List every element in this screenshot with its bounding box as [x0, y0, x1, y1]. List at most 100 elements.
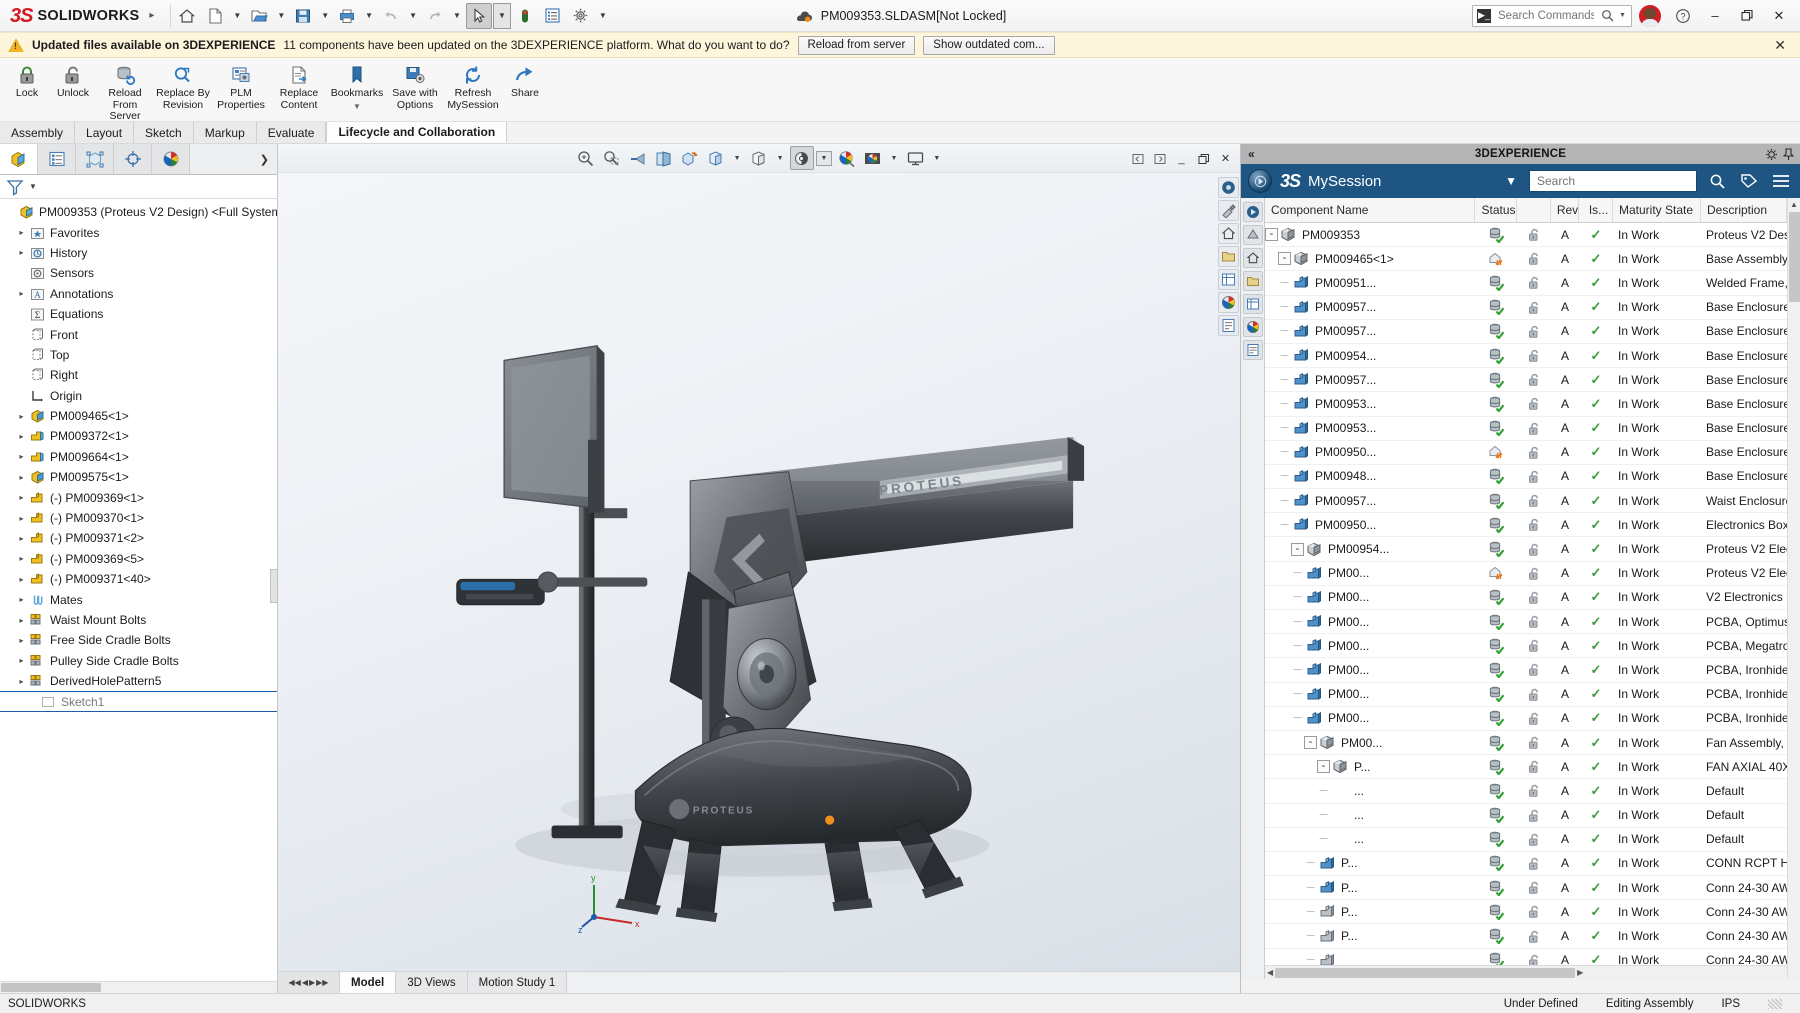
lock-open-icon[interactable]: [1517, 271, 1551, 294]
expand-arrow-icon[interactable]: ▸: [15, 595, 28, 604]
expand-arrow-icon[interactable]: ▸: [15, 534, 28, 543]
doc-tab-motion-study[interactable]: Motion Study 1: [467, 972, 568, 993]
lock-open-icon[interactable]: [1517, 489, 1551, 512]
feature-tree-item[interactable]: Sensors: [0, 263, 277, 283]
table-row[interactable]: ─... A ✓ In Work Default: [1265, 828, 1787, 852]
component-name-cell[interactable]: ─ PM00...: [1265, 658, 1475, 681]
bookmarks-dropdown-icon[interactable]: ▼: [353, 101, 361, 113]
home-icon[interactable]: [1242, 248, 1263, 268]
component-name-cell[interactable]: ─ PM00950...: [1265, 513, 1475, 536]
search-input[interactable]: [1496, 8, 1596, 23]
feature-tree-item[interactable]: ▸ History: [0, 243, 277, 263]
print-icon[interactable]: [334, 3, 360, 29]
table-row[interactable]: ─ PM00... A ✓ In Work Proteus V2 Electr: [1265, 562, 1787, 586]
folder-icon[interactable]: [1217, 246, 1239, 267]
notification-close-icon[interactable]: ✕: [1768, 37, 1792, 54]
graphics-restore-icon[interactable]: [1193, 148, 1214, 169]
lock-open-icon[interactable]: [1517, 465, 1551, 488]
feature-tree-item[interactable]: Front: [0, 324, 277, 344]
previous-view-icon[interactable]: [626, 146, 650, 170]
open-dropdown-icon[interactable]: ▼: [273, 3, 289, 29]
tab-assembly[interactable]: Assembly: [0, 122, 76, 143]
options-list-icon[interactable]: [540, 3, 566, 29]
component-name-cell[interactable]: ─ PM00951...: [1265, 271, 1475, 294]
component-name-cell[interactable]: ─ PM00948...: [1265, 465, 1475, 488]
table-row[interactable]: ─ PM00948... A ✓ In Work Base Enclosure, F: [1265, 465, 1787, 490]
component-name-cell[interactable]: - PM009465<1>: [1265, 247, 1475, 270]
prev-tab-icon[interactable]: ◀: [302, 978, 308, 987]
feature-tree-item[interactable]: ▸ (-) PM009369<1>: [0, 487, 277, 507]
lock-open-icon[interactable]: [1517, 924, 1551, 947]
lock-open-icon[interactable]: [1517, 828, 1551, 851]
feature-tree-item[interactable]: ▸ Mates: [0, 589, 277, 609]
grid-column-header[interactable]: [1517, 198, 1551, 222]
component-name-cell[interactable]: ─ PM00950...: [1265, 441, 1475, 464]
doc-tab-3d-views[interactable]: 3D Views: [396, 972, 468, 993]
next-tab-icon[interactable]: ▶: [309, 978, 315, 987]
table-row[interactable]: - PM009353 A ✓ In Work Proteus V2 Desig: [1265, 223, 1787, 248]
gear-icon[interactable]: [1765, 148, 1778, 161]
hide-show-items-dropdown-icon[interactable]: ▼: [815, 150, 833, 166]
expand-arrow-icon[interactable]: ▸: [15, 656, 28, 665]
globe-icon[interactable]: [1217, 292, 1239, 313]
prev-pane-icon[interactable]: [1127, 148, 1148, 169]
hide-show-cube-icon[interactable]: [747, 146, 771, 170]
select-dropdown-icon[interactable]: ▼: [492, 2, 511, 29]
select-icon[interactable]: [465, 2, 492, 29]
expand-arrow-icon[interactable]: ▸: [15, 452, 28, 461]
collapse-toggle-icon[interactable]: -: [1317, 760, 1330, 774]
lock-open-icon[interactable]: [1517, 683, 1551, 706]
expand-arrow-icon[interactable]: ▸: [15, 289, 28, 298]
scroll-up-icon[interactable]: ▲: [1790, 198, 1798, 211]
table-row[interactable]: - PM00954... A ✓ In Work Proteus V2 Electr: [1265, 537, 1787, 562]
scroll-thumb[interactable]: [1788, 212, 1800, 302]
lock-open-icon[interactable]: [1517, 634, 1551, 657]
table-row[interactable]: ─ PM00951... A ✓ In Work Welded Frame, B: [1265, 271, 1787, 296]
expand-arrow-icon[interactable]: ▸: [15, 248, 28, 257]
grid-hscrollbar[interactable]: ◀ ▶: [1265, 965, 1787, 979]
lock-open-icon[interactable]: [1517, 731, 1551, 754]
grid-column-header[interactable]: Rev: [1551, 198, 1579, 222]
lock-open-icon[interactable]: [1517, 658, 1551, 681]
expand-arrow-icon[interactable]: ▸: [15, 677, 28, 686]
feature-tree-item[interactable]: ▸ Waist Mount Bolts: [0, 610, 277, 630]
ribbon-share-button[interactable]: Share: [502, 61, 548, 100]
table-row[interactable]: ─ P... A ✓ In Work Conn 24-30 AWG: [1265, 900, 1787, 925]
tab-lifecycle-and-collaboration[interactable]: Lifecycle and Collaboration: [326, 122, 508, 143]
home-icon[interactable]: [174, 3, 200, 29]
lock-open-icon[interactable]: [1517, 779, 1551, 802]
ribbon-lock-button[interactable]: Lock: [4, 61, 50, 100]
lock-open-icon[interactable]: [1517, 876, 1551, 899]
section-view-icon[interactable]: [652, 146, 676, 170]
table-row[interactable]: ─ PM00953... A ✓ In Work Base Enclosure, U: [1265, 417, 1787, 441]
grid-rows[interactable]: -PM009353A✓In WorkProteus V2 Desig-PM009…: [1265, 223, 1787, 965]
lock-open-icon[interactable]: [1517, 707, 1551, 730]
feature-tree-item[interactable]: ▸ (-) PM009369<5>: [0, 549, 277, 569]
tab-evaluate[interactable]: Evaluate: [256, 122, 327, 143]
collapse-toggle-icon[interactable]: -: [1291, 542, 1304, 556]
expand-arrow-icon[interactable]: ▸: [15, 636, 28, 645]
ribbon-reload-from-server-button[interactable]: Reload From Server: [96, 61, 154, 123]
ribbon-bookmarks-button[interactable]: Bookmarks ▼: [328, 61, 386, 112]
next-pane-icon[interactable]: [1149, 148, 1170, 169]
grid-column-header[interactable]: Status: [1475, 198, 1517, 222]
component-name-cell[interactable]: ─ PM00957...: [1265, 320, 1475, 343]
component-name-cell[interactable]: ─ P...: [1265, 900, 1475, 923]
collapse-toggle-icon[interactable]: -: [1278, 252, 1291, 266]
expand-arrow-icon[interactable]: ▸: [15, 228, 28, 237]
show-outdated-components-button[interactable]: Show outdated com...: [923, 35, 1055, 55]
collapse-toggle-icon[interactable]: -: [1304, 736, 1317, 750]
display-mode-dropdown-icon[interactable]: ▼: [929, 155, 944, 162]
table-row[interactable]: - PM009465<1> A ✓ In Work Base Assembly V: [1265, 247, 1787, 272]
lock-open-icon[interactable]: [1517, 804, 1551, 827]
lock-open-icon[interactable]: [1517, 441, 1551, 464]
new-doc-dropdown-icon[interactable]: ▼: [229, 3, 245, 29]
feature-tree-hscrollbar[interactable]: [0, 981, 277, 993]
feature-tree-item[interactable]: ▸ PM009664<1>: [0, 447, 277, 467]
new-doc-icon[interactable]: [202, 3, 228, 29]
grid-column-header[interactable]: Maturity State: [1613, 198, 1701, 222]
expand-arrow-icon[interactable]: ▸: [15, 493, 28, 502]
component-name-cell[interactable]: ─ PM00957...: [1265, 489, 1475, 512]
feature-tree-item[interactable]: ▸ (-) PM009371<2>: [0, 528, 277, 548]
table-row[interactable]: ─ PM00953... A ✓ In Work Base Enclosure, U: [1265, 392, 1787, 417]
